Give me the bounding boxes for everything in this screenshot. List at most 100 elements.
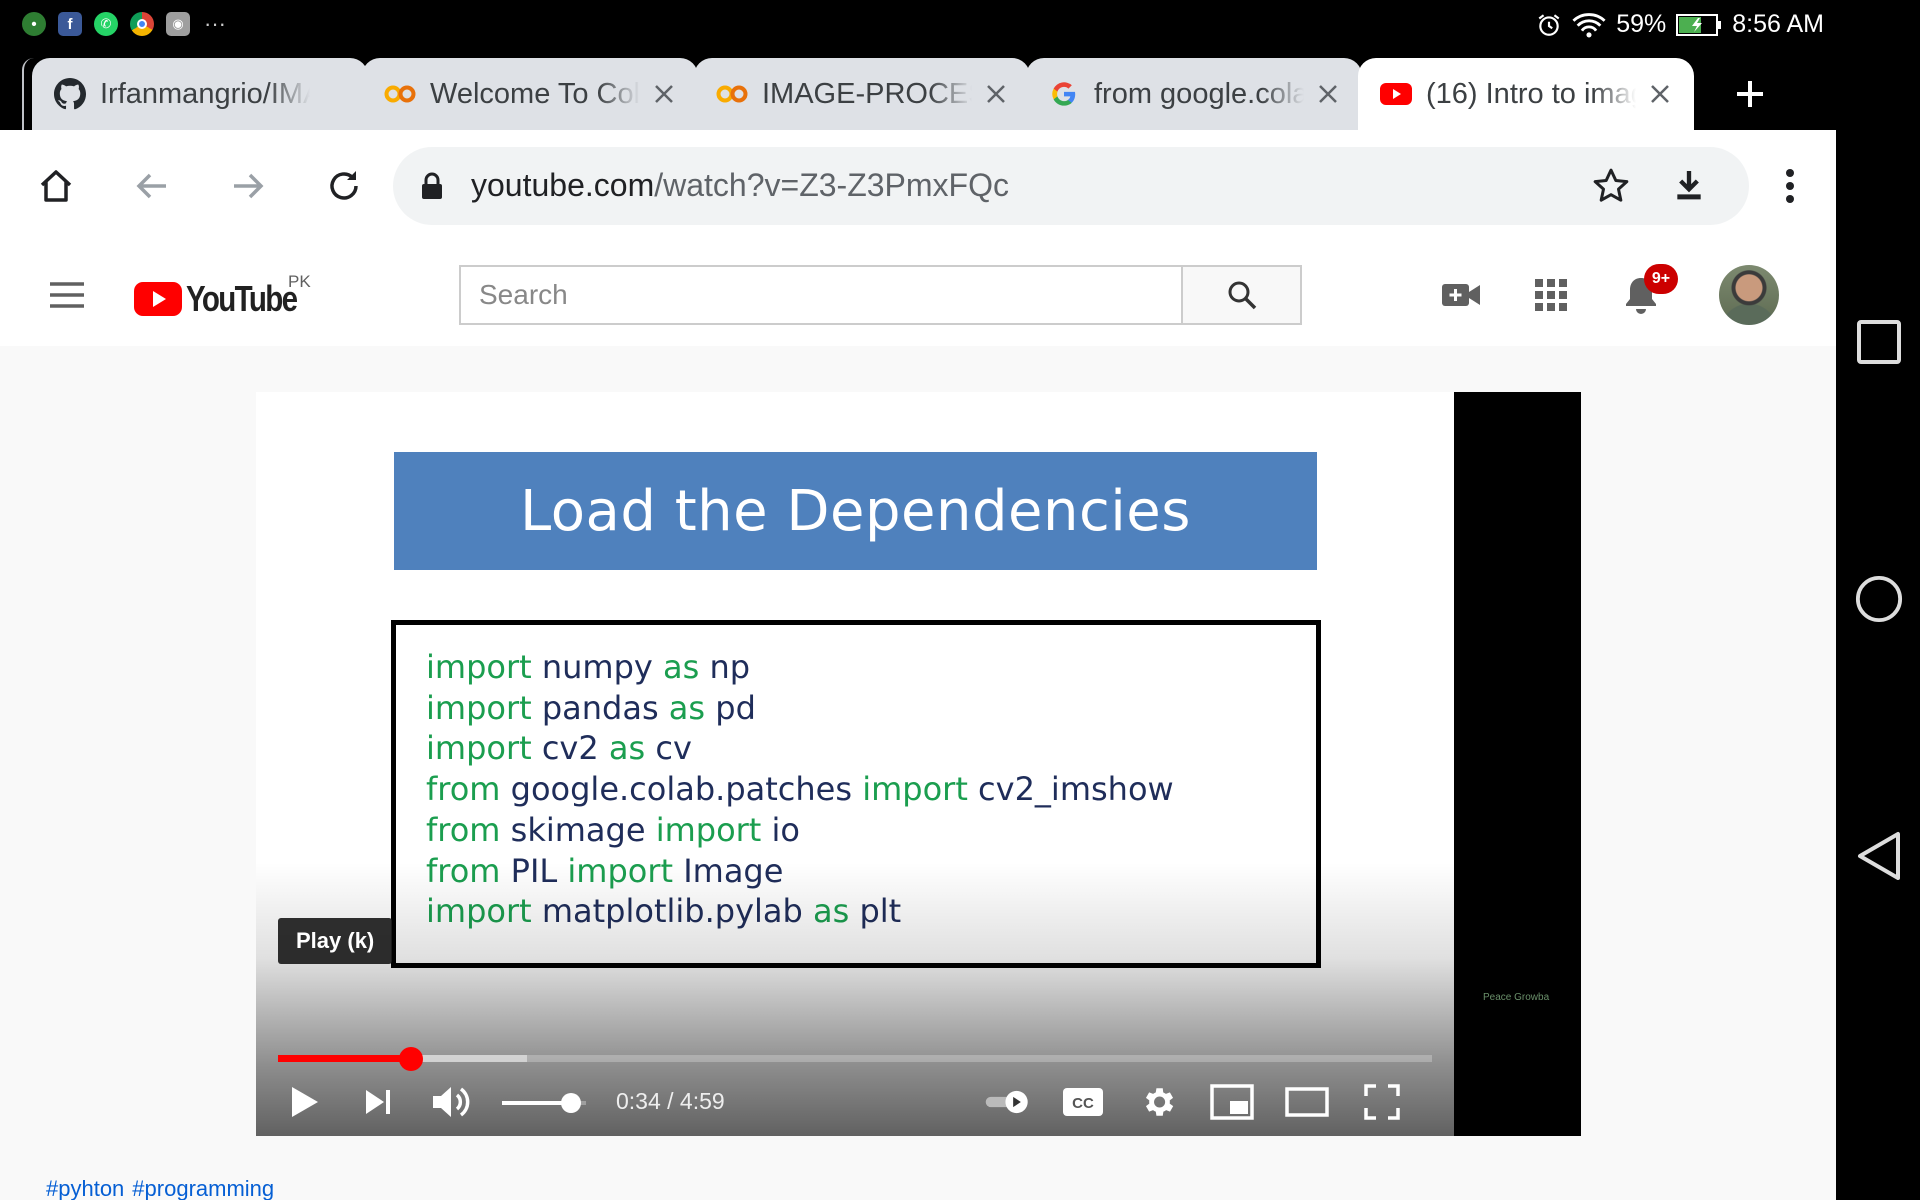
arrow-left-icon (136, 173, 166, 199)
hashtag-link[interactable]: #pyhton (46, 1176, 124, 1200)
new-tab-button[interactable] (1726, 70, 1774, 118)
play-icon (292, 1087, 318, 1117)
miniplayer-button[interactable] (1208, 1078, 1256, 1126)
fullscreen-button[interactable] (1358, 1078, 1406, 1126)
home-button[interactable] (30, 160, 82, 212)
chrome-icon (130, 12, 154, 36)
play-tooltip: Play (k) (278, 918, 393, 964)
search-button[interactable] (1181, 265, 1302, 325)
back-button[interactable] (126, 160, 178, 212)
close-tab-icon[interactable] (1644, 78, 1676, 110)
close-tab-icon[interactable] (980, 78, 1012, 110)
fullscreen-icon (1364, 1084, 1400, 1120)
lock-icon (422, 172, 442, 199)
code-line: from skimage import io (426, 810, 1316, 851)
back-nav-button[interactable] (1855, 832, 1903, 880)
plus-icon (1737, 81, 1763, 107)
battery-percent: 59% (1616, 10, 1667, 38)
mute-button[interactable] (428, 1078, 476, 1126)
code-text: numpy (531, 648, 663, 686)
youtube-logo-text: YouTube (186, 278, 298, 319)
recents-button[interactable] (1855, 318, 1903, 366)
browser-toolbar: youtube.com/watch?v=Z3-Z3PmxFQc (0, 130, 1836, 242)
tab-strip: Irfanmangrio/IMAGE-PROCESSING Welcome To… (0, 50, 1836, 130)
code-keyword: as (608, 729, 646, 768)
star-icon (1593, 168, 1629, 202)
theater-mode-button[interactable] (1283, 1078, 1331, 1126)
code-text: cv2 (531, 729, 609, 768)
tab-title: Irfanmangrio/IMAGE-PROCESSING (100, 77, 310, 110)
tab-title: from google.colab.patches (1094, 77, 1304, 110)
youtube-logo[interactable]: YouTube PK (134, 272, 321, 320)
more-vert-icon (1786, 169, 1794, 203)
forward-button[interactable] (222, 160, 274, 212)
tab-title: Welcome To Colaboratory (430, 77, 640, 110)
browser-menu-button[interactable] (1764, 160, 1816, 212)
github-icon (54, 78, 86, 110)
guide-menu-button[interactable] (44, 272, 90, 318)
captions-button[interactable]: CC (1059, 1078, 1107, 1126)
code-text: pandas (531, 688, 669, 727)
code-line: import numpy as np (426, 647, 1316, 688)
video-watermark: Peace Growba (1483, 992, 1550, 1003)
reload-icon (330, 171, 358, 200)
code-text: pd (705, 688, 756, 727)
tab-colab-notebook[interactable]: IMAGE-PROCESSING.ipynb (694, 58, 1030, 130)
code-keyword: import (862, 770, 968, 809)
clock: 8:56 AM (1732, 10, 1824, 38)
search-input[interactable] (461, 267, 1181, 323)
code-keyword: as (662, 648, 700, 686)
code-text: cv (645, 729, 692, 768)
alarm-icon (1538, 13, 1560, 36)
tab-title: IMAGE-PROCESSING.ipynb (762, 77, 972, 110)
video-hashtags: #pyhton #programming (46, 1176, 282, 1200)
bookmark-star-button[interactable] (1591, 166, 1631, 206)
progress-bar[interactable] (278, 1047, 1432, 1071)
youtube-icon (1380, 78, 1412, 110)
home-nav-button[interactable] (1855, 575, 1903, 623)
download-button[interactable] (1669, 166, 1709, 206)
app-notification-icon: • (22, 12, 46, 36)
slide-title: Load the Dependencies (394, 452, 1317, 570)
progress-scrubber-handle[interactable] (398, 1047, 423, 1071)
code-text: io (761, 810, 800, 849)
address-bar[interactable]: youtube.com/watch?v=Z3-Z3PmxFQc (393, 147, 1749, 225)
volume-slider-handle[interactable] (560, 1093, 581, 1113)
autoplay-toggle-icon (985, 1090, 1028, 1114)
settings-button[interactable] (1134, 1078, 1182, 1126)
closed-captions-icon: CC (1063, 1088, 1103, 1116)
search-icon (1228, 281, 1256, 310)
code-keyword: import (426, 648, 532, 686)
search-box (459, 265, 1181, 325)
tab-github[interactable]: Irfanmangrio/IMAGE-PROCESSING (32, 58, 368, 130)
facebook-icon: f (58, 12, 82, 36)
create-video-button[interactable] (1438, 272, 1484, 318)
recents-square-icon (1857, 320, 1901, 364)
code-keyword: as (668, 688, 706, 727)
video-player[interactable]: Load the Dependencies import numpy as np… (256, 392, 1581, 1136)
back-triangle-icon (1858, 832, 1900, 880)
google-icon (1048, 78, 1080, 110)
colab-icon (716, 78, 748, 110)
tab-title: (16) Intro to image processing (1426, 77, 1636, 110)
colab-icon (384, 78, 416, 110)
apps-button[interactable] (1528, 272, 1574, 318)
user-avatar[interactable] (1719, 265, 1779, 325)
url-text[interactable]: youtube.com/watch?v=Z3-Z3PmxFQc (471, 167, 1009, 204)
close-tab-icon[interactable] (648, 78, 680, 110)
close-tab-icon[interactable] (1312, 78, 1344, 110)
play-button[interactable] (280, 1078, 328, 1126)
next-button[interactable] (354, 1078, 402, 1126)
reload-button[interactable] (318, 160, 370, 212)
code-keyword: import (426, 688, 532, 727)
autoplay-toggle[interactable] (984, 1078, 1032, 1126)
download-icon (1677, 171, 1701, 200)
hashtag-link[interactable]: #programming (132, 1176, 274, 1200)
skip-next-icon (366, 1090, 390, 1114)
tab-colab-welcome[interactable]: Welcome To Colaboratory (362, 58, 698, 130)
volume-slider[interactable] (502, 1093, 586, 1113)
status-bar: • f ✆ ◉ ··· 59% 8:56 AM (0, 0, 1836, 50)
code-text: skimage (500, 810, 656, 849)
tab-google-search[interactable]: from google.colab.patches (1026, 58, 1362, 130)
tab-youtube-active[interactable]: (16) Intro to image processing (1358, 58, 1694, 130)
